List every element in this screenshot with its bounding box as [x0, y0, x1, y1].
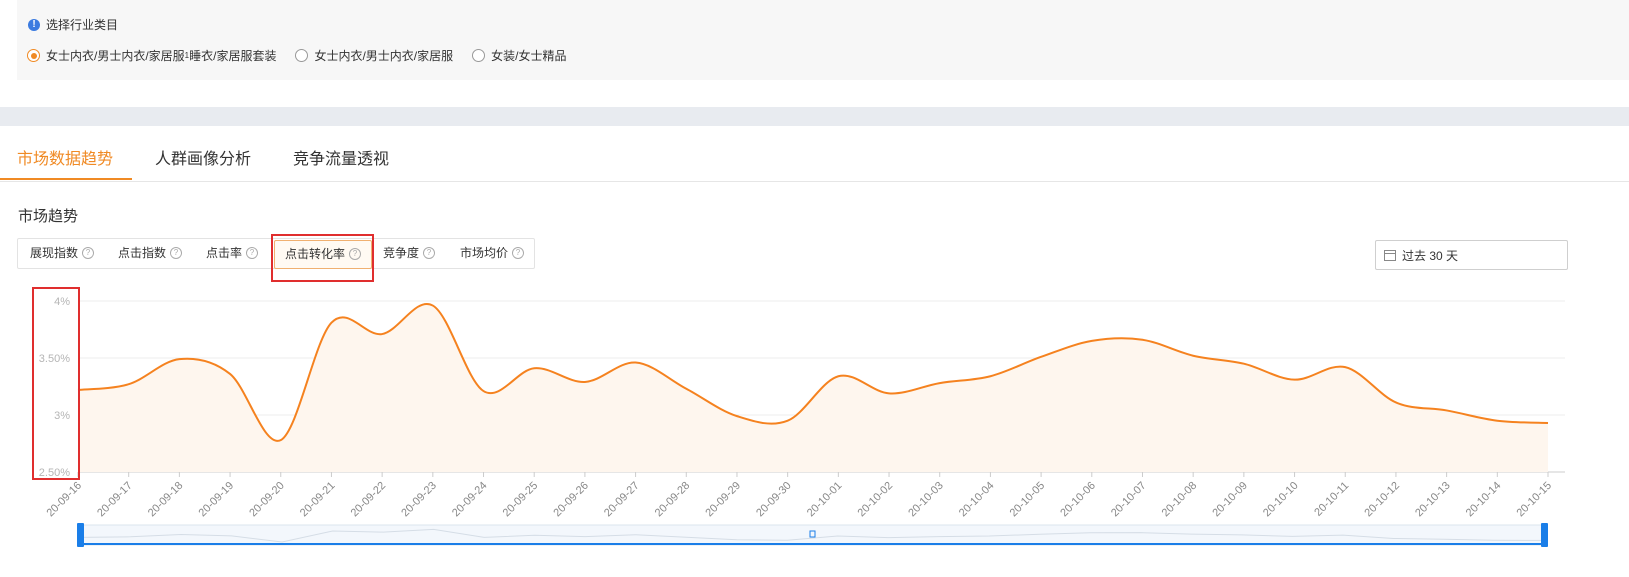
metric-selector: 展现指数? 点击指数? 点击率? 点击转化率? 竞争度? 市场均价? [17, 238, 535, 269]
slider-track[interactable] [79, 524, 1546, 546]
y-axis-highlight-annotation [32, 287, 80, 480]
tab-competition-traffic[interactable]: 竞争流量透视 [293, 145, 389, 169]
x-tick-label: 20-10-09 [1210, 480, 1250, 520]
metric-label: 竞争度 [383, 246, 420, 260]
metric-impression-index[interactable]: 展现指数? [30, 239, 95, 268]
x-tick-label: 20-10-15 [1514, 480, 1554, 520]
industry-option-underwear-sleepwear-sets[interactable]: 女士内衣/男士内衣/家居服 1 睡衣/家居服套装 [27, 47, 276, 64]
tab-audience-profile[interactable]: 人群画像分析 [155, 145, 251, 169]
metric-ctr[interactable]: 点击率? [206, 239, 259, 268]
x-tick-label: 20-09-18 [146, 480, 186, 520]
zoom-slider[interactable] [77, 523, 1548, 547]
help-icon[interactable]: ? [349, 247, 362, 260]
x-tick-label: 20-10-14 [1464, 480, 1504, 520]
y-tick-label: 4% [54, 296, 70, 308]
industry-option-underwear-homewear[interactable]: 女士内衣/男士内衣/家居服 [295, 47, 453, 64]
help-icon[interactable]: ? [423, 246, 436, 259]
industry-option-label: 女装/女士精品 [491, 49, 567, 63]
x-tick-label: 20-10-10 [1261, 480, 1301, 520]
y-axis-ticks: 4% 3.50% 3% 2.50% [39, 296, 70, 479]
metric-label: 市场均价 [460, 246, 509, 260]
info-icon: ! [28, 18, 40, 31]
calendar-icon [1384, 249, 1396, 261]
help-icon[interactable]: ? [246, 246, 259, 259]
x-tick-label: 20-10-11 [1312, 480, 1351, 519]
x-tick-label: 20-09-19 [197, 480, 237, 520]
help-icon[interactable]: ? [170, 246, 183, 259]
tab-market-trend[interactable]: 市场数据趋势 [17, 145, 113, 169]
industry-option-womenswear[interactable]: 女装/女士精品 [472, 47, 566, 64]
x-tick-label: 20-10-13 [1413, 480, 1453, 520]
y-tick-label: 3% [54, 410, 70, 422]
x-tick-label: 20-10-12 [1362, 480, 1402, 520]
metric-label: 展现指数 [30, 246, 79, 260]
x-axis-ticks: 20-09-16 20-09-17 20-09-18 20-09-19 20-09-20… [44, 472, 1554, 519]
industry-title: ! 选择行业类目 [28, 16, 118, 33]
section-title: 市场趋势 [18, 208, 79, 225]
date-range-label: 过去 30 天 [1402, 248, 1459, 263]
x-tick-label: 20-09-23 [399, 480, 439, 520]
metric-label: 点击率 [206, 246, 243, 260]
x-tick-label: 20-10-06 [1058, 480, 1098, 520]
tab-bar: 市场数据趋势 人群画像分析 竞争流量透视 [0, 126, 1629, 182]
y-tick-label: 2.50% [39, 467, 70, 479]
x-tick-label: 20-09-16 [44, 480, 84, 520]
active-tab-indicator [0, 178, 132, 180]
radio-unchecked-icon[interactable] [472, 49, 486, 62]
x-tick-label: 20-09-27 [602, 480, 642, 520]
x-tick-label: 20-09-20 [247, 480, 287, 520]
x-tick-label: 20-09-21 [298, 480, 338, 520]
x-tick-label: 20-10-05 [1008, 480, 1048, 520]
slider-right-handle[interactable] [1541, 523, 1548, 547]
industry-title-text: 选择行业类目 [46, 18, 119, 32]
x-tick-label: 20-09-26 [551, 480, 591, 520]
x-tick-label: 20-09-24 [450, 480, 490, 520]
metric-competition[interactable]: 竞争度? [383, 239, 436, 268]
help-icon[interactable]: ? [512, 246, 525, 259]
x-tick-label: 20-10-03 [906, 480, 946, 520]
radio-checked-icon[interactable] [27, 49, 40, 62]
metric-label: 点击指数 [118, 246, 167, 260]
help-icon[interactable]: ? [82, 246, 95, 259]
industry-option-label: 女士内衣/男士内衣/家居服 [314, 49, 454, 63]
x-tick-label: 20-09-17 [95, 480, 135, 520]
x-tick-label: 20-10-07 [1109, 480, 1149, 520]
section-divider [0, 107, 1629, 126]
x-tick-label: 20-09-30 [754, 480, 794, 520]
date-range-picker[interactable]: 过去 30 天 [1375, 240, 1568, 270]
radio-unchecked-icon[interactable] [295, 49, 309, 62]
industry-option-tail: 睡衣/家居服套装 [189, 49, 277, 63]
slider-left-handle[interactable] [77, 523, 84, 547]
chart-area-fill [78, 303, 1548, 472]
x-tick-label: 20-10-04 [957, 480, 997, 520]
metric-click-index[interactable]: 点击指数? [118, 239, 183, 268]
metric-label: 点击转化率 [285, 247, 346, 261]
x-tick-label: 20-09-25 [501, 480, 541, 520]
industry-radio-group: 女士内衣/男士内衣/家居服 1 睡衣/家居服套装 女士内衣/男士内衣/家居服 女装/… [27, 47, 585, 64]
industry-option-label: 女士内衣/男士内衣/家居服 [46, 49, 185, 63]
metric-conversion-rate[interactable]: 点击转化率? [274, 240, 373, 269]
x-tick-label: 20-09-29 [703, 480, 743, 520]
x-tick-label: 20-10-01 [805, 480, 845, 520]
x-tick-label: 20-10-02 [856, 480, 896, 520]
conversion-rate-chart: 4%3.50%3%2.50% 20-09-16 20-09-17 20-09-18 2… [32, 287, 1565, 547]
x-tick-label: 20-10-08 [1160, 480, 1200, 520]
metric-avg-price[interactable]: 市场均价? [460, 239, 525, 268]
y-tick-label: 3.50% [39, 353, 70, 365]
x-tick-label: 20-09-28 [653, 480, 693, 520]
industry-selector: ! 选择行业类目 女士内衣/男士内衣/家居服 1 睡衣/家居服套装 女士内衣/男士内… [17, 0, 1629, 80]
x-tick-label: 20-09-22 [349, 480, 389, 520]
